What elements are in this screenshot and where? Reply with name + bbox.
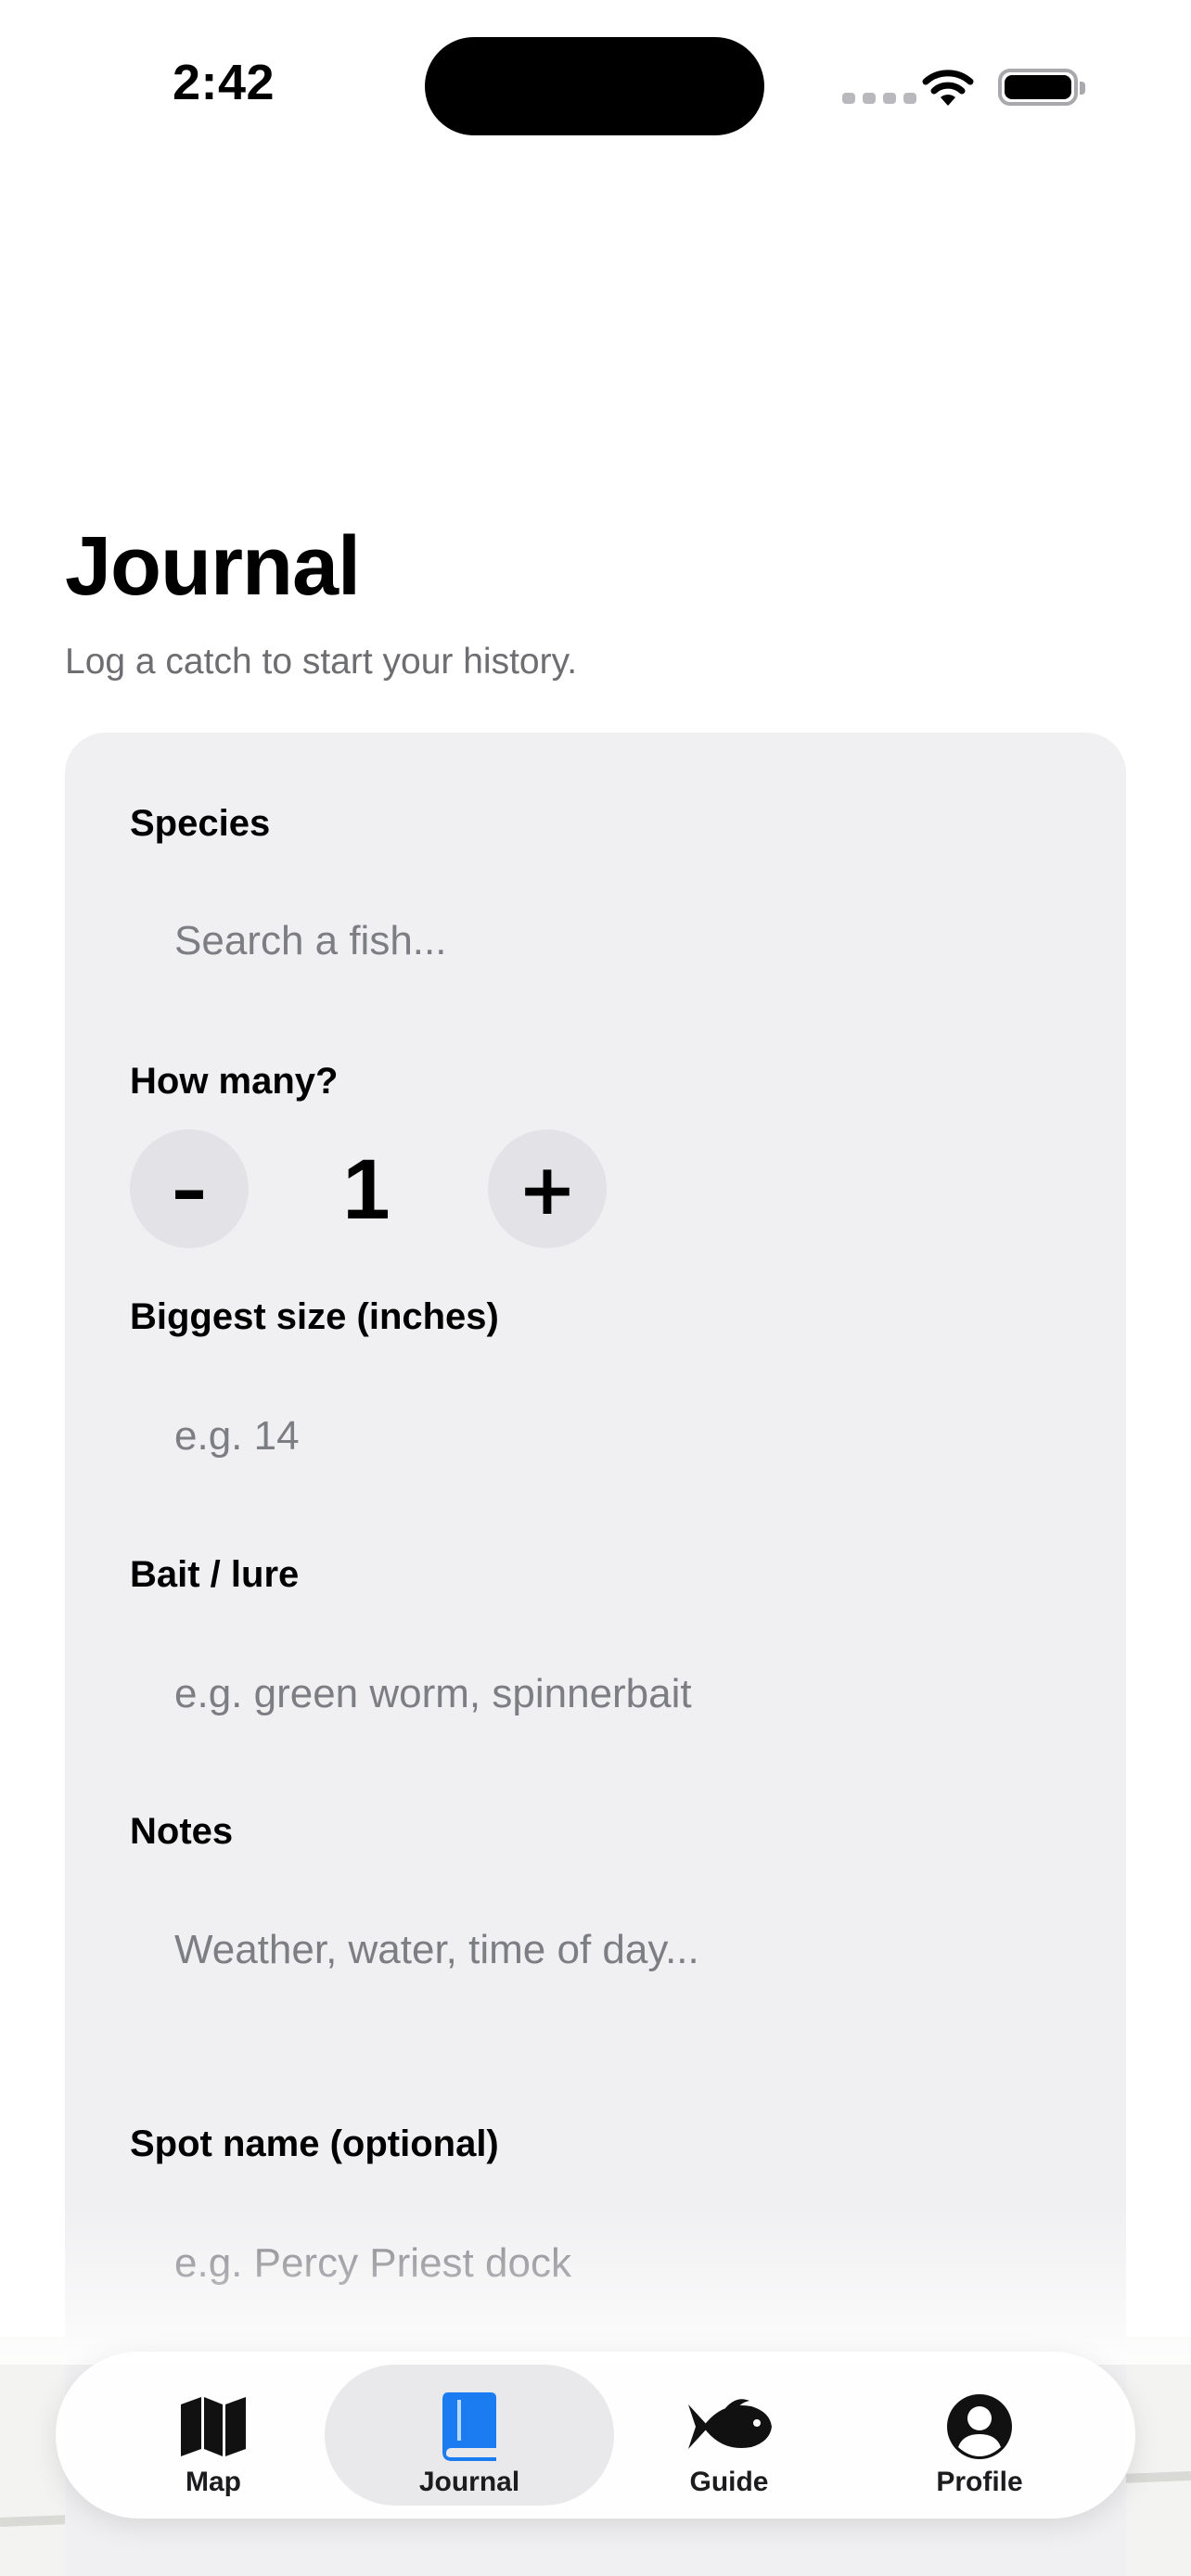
book-icon	[442, 2392, 496, 2461]
tab-label: Journal	[418, 2467, 520, 2497]
status-bar: 2:42	[0, 0, 1191, 167]
status-time: 2:42	[173, 55, 275, 110]
notes-label: Notes	[130, 1811, 234, 1852]
person-circle-icon	[947, 2394, 1012, 2459]
count-value: 1	[342, 1142, 391, 1237]
bait-input[interactable]	[130, 1643, 1061, 1745]
page-subtitle: Log a catch to start your history.	[65, 642, 578, 682]
species-search-input[interactable]	[130, 890, 1061, 992]
spot-label: Spot name (optional)	[130, 2123, 499, 2164]
increment-button[interactable]: +	[488, 1129, 607, 1248]
cellular-signal-icon	[842, 93, 916, 104]
notes-input[interactable]	[130, 1899, 1061, 2001]
battery-icon	[998, 69, 1085, 106]
tab-label: Map	[186, 2467, 241, 2497]
fish-icon	[688, 2399, 772, 2449]
species-label: Species	[130, 803, 271, 844]
count-label: How many?	[130, 1061, 339, 1102]
dynamic-island	[425, 37, 764, 135]
tab-journal[interactable]: Journal	[325, 2365, 614, 2506]
tab-bar: Map Journal Guide Profile	[56, 2352, 1135, 2519]
tab-map[interactable]: Map	[93, 2365, 334, 2506]
wifi-icon	[922, 70, 974, 106]
decrement-button[interactable]: –	[130, 1129, 249, 1248]
size-input[interactable]	[130, 1385, 1061, 1487]
map-icon	[181, 2397, 246, 2456]
page-title: Journal	[65, 520, 361, 613]
tab-guide[interactable]: Guide	[608, 2365, 850, 2506]
tab-label: Profile	[936, 2467, 1023, 2497]
tab-profile[interactable]: Profile	[859, 2365, 1100, 2506]
bait-label: Bait / lure	[130, 1554, 300, 1595]
scroll-fade	[0, 2207, 1191, 2365]
size-label: Biggest size (inches)	[130, 1296, 499, 1337]
tab-label: Guide	[689, 2467, 769, 2497]
